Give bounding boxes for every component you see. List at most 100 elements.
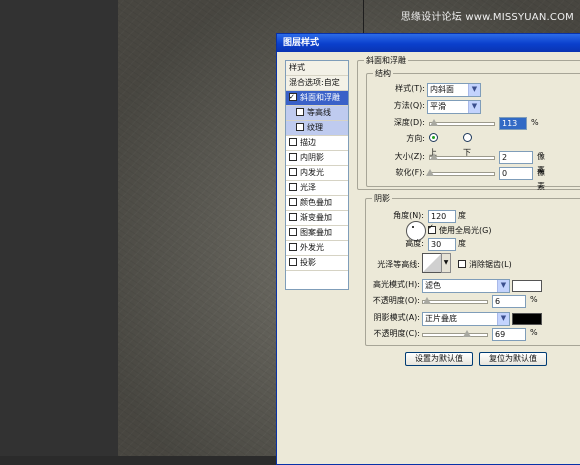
global-light-checkbox[interactable] — [428, 223, 436, 234]
soften-slider[interactable] — [426, 169, 495, 176]
style-list-item[interactable]: 颜色叠加 — [286, 196, 348, 211]
style-list-item[interactable]: 描边 — [286, 136, 348, 151]
chevron-down-icon[interactable]: ▼ — [441, 253, 451, 273]
chevron-down-icon: ▼ — [497, 280, 509, 292]
direction-down-radio[interactable] — [463, 133, 472, 142]
style-list-label: 光泽 — [300, 183, 316, 192]
style-list-item[interactable]: 斜面和浮雕 — [286, 90, 348, 106]
style-list-item[interactable]: 渐变叠加 — [286, 211, 348, 226]
style-list-label: 混合选项:自定 — [289, 78, 340, 87]
size-input[interactable]: 2 — [499, 151, 533, 164]
depth-label: 深度(D): — [393, 118, 425, 127]
style-checkbox[interactable] — [296, 107, 304, 116]
dialog-title: 图层样式 — [277, 34, 580, 52]
style-checkbox[interactable] — [289, 197, 297, 206]
watermark: 思缘设计论坛 www.MISSYUAN.COM — [400, 12, 574, 23]
direction-up-radio[interactable] — [429, 133, 438, 142]
shadow-mode-value: 正片叠底 — [425, 314, 457, 323]
highlight-opacity-unit: % — [530, 295, 538, 304]
style-checkbox[interactable] — [289, 90, 297, 104]
technique-label: 方法(Q): — [393, 101, 425, 110]
chevron-down-icon: ▼ — [497, 313, 509, 325]
size-slider[interactable] — [429, 153, 495, 160]
anti-alias-option[interactable]: 消除锯齿(L) — [458, 259, 512, 270]
style-checkbox[interactable] — [289, 227, 297, 236]
highlight-opacity-slider[interactable] — [422, 297, 488, 304]
altitude-input[interactable]: 30 — [428, 238, 456, 251]
left-panel — [0, 0, 118, 456]
style-list-item[interactable]: 光泽 — [286, 181, 348, 196]
highlight-mode-label: 高光模式(H): — [373, 280, 420, 289]
style-label: 样式(T): — [395, 84, 425, 93]
style-list-label: 投影 — [300, 258, 316, 267]
chevron-down-icon: ▼ — [468, 84, 480, 96]
style-list-item[interactable]: 内发光 — [286, 166, 348, 181]
highlight-opacity-label: 不透明度(O): — [372, 296, 420, 305]
shading-title: 阴影 — [372, 193, 392, 204]
soften-input[interactable]: 0 — [499, 167, 533, 180]
style-checkbox[interactable] — [296, 122, 304, 131]
anti-alias-checkbox[interactable] — [458, 259, 466, 268]
shadow-opacity-slider[interactable] — [422, 330, 488, 337]
style-list-label: 图案叠加 — [300, 228, 332, 237]
style-checkbox[interactable] — [289, 182, 297, 191]
angle-unit: 度 — [458, 211, 466, 220]
make-default-button[interactable]: 设置为默认值 — [405, 352, 473, 366]
gloss-contour-preview[interactable] — [422, 253, 442, 273]
highlight-mode-select[interactable]: 滤色 ▼ — [422, 279, 510, 293]
bevel-emboss-title: 斜面和浮雕 — [364, 55, 408, 66]
technique-value: 平滑 — [430, 102, 446, 111]
style-checkbox[interactable] — [289, 257, 297, 266]
style-list-label: 描边 — [300, 138, 316, 147]
size-label: 大小(Z): — [394, 152, 425, 161]
style-checkbox[interactable] — [289, 212, 297, 221]
style-list-label: 颜色叠加 — [300, 198, 332, 207]
global-light-label: 使用全局光(G) — [439, 226, 492, 235]
highlight-opacity-input[interactable]: 6 — [492, 295, 526, 308]
size-slider-thumb[interactable] — [430, 153, 438, 160]
bevel-style-select[interactable]: 内斜面 ▼ — [427, 83, 481, 97]
style-list-item[interactable]: 混合选项:自定 — [286, 76, 348, 91]
highlight-color-swatch[interactable] — [512, 280, 542, 292]
shadow-mode-select[interactable]: 正片叠底 ▼ — [422, 312, 510, 326]
angle-input[interactable]: 120 — [428, 210, 456, 223]
style-checkbox[interactable] — [289, 167, 297, 176]
depth-slider-thumb[interactable] — [430, 119, 438, 126]
style-list-item[interactable]: 样式 — [286, 61, 348, 76]
anti-alias-label: 消除锯齿(L) — [469, 260, 512, 269]
style-list-item[interactable]: 外发光 — [286, 241, 348, 256]
style-list-label: 内发光 — [300, 168, 324, 177]
depth-input[interactable]: 113 — [499, 117, 527, 130]
style-checkbox[interactable] — [289, 242, 297, 251]
technique-select[interactable]: 平滑 ▼ — [427, 100, 481, 114]
shadow-opacity-unit: % — [530, 328, 538, 337]
soften-label: 软化(F): — [395, 168, 425, 177]
soften-slider-thumb[interactable] — [426, 169, 434, 176]
style-list-item[interactable]: 内阴影 — [286, 151, 348, 166]
depth-slider[interactable] — [429, 119, 495, 126]
bevel-style-value: 内斜面 — [430, 85, 454, 94]
style-list-label: 样式 — [289, 63, 305, 72]
altitude-unit: 度 — [458, 239, 466, 248]
style-checkbox[interactable] — [289, 152, 297, 161]
style-list-item[interactable]: 纹理 — [286, 121, 348, 136]
direction-label: 方向: — [406, 134, 425, 143]
style-list-item[interactable]: 图案叠加 — [286, 226, 348, 241]
layer-style-dialog: 图层样式 样式混合选项:自定斜面和浮雕等高线纹理描边内阴影内发光光泽颜色叠加渐变… — [276, 33, 580, 465]
style-checkbox[interactable] — [289, 137, 297, 146]
structure-group: 结构 样式(T): 内斜面 ▼ 方法(Q): 平滑 ▼ 深度(D): 113 %… — [366, 68, 580, 191]
highlight-mode-value: 滤色 — [425, 281, 441, 290]
highlight-opacity-slider-thumb[interactable] — [423, 297, 431, 304]
style-list-label: 纹理 — [307, 123, 323, 132]
shadow-opacity-input[interactable]: 69 — [492, 328, 526, 341]
shadow-mode-label: 阴影模式(A): — [373, 313, 420, 322]
shadow-color-swatch[interactable] — [512, 313, 542, 325]
style-list-item[interactable]: 等高线 — [286, 106, 348, 121]
global-light-option[interactable]: 使用全局光(G) — [428, 223, 492, 236]
style-list-label: 外发光 — [300, 243, 324, 252]
structure-title: 结构 — [373, 68, 393, 79]
style-list-label: 渐变叠加 — [300, 213, 332, 222]
shadow-opacity-slider-thumb[interactable] — [463, 330, 471, 337]
reset-default-button[interactable]: 复位为默认值 — [479, 352, 547, 366]
style-list-item[interactable]: 投影 — [286, 256, 348, 271]
